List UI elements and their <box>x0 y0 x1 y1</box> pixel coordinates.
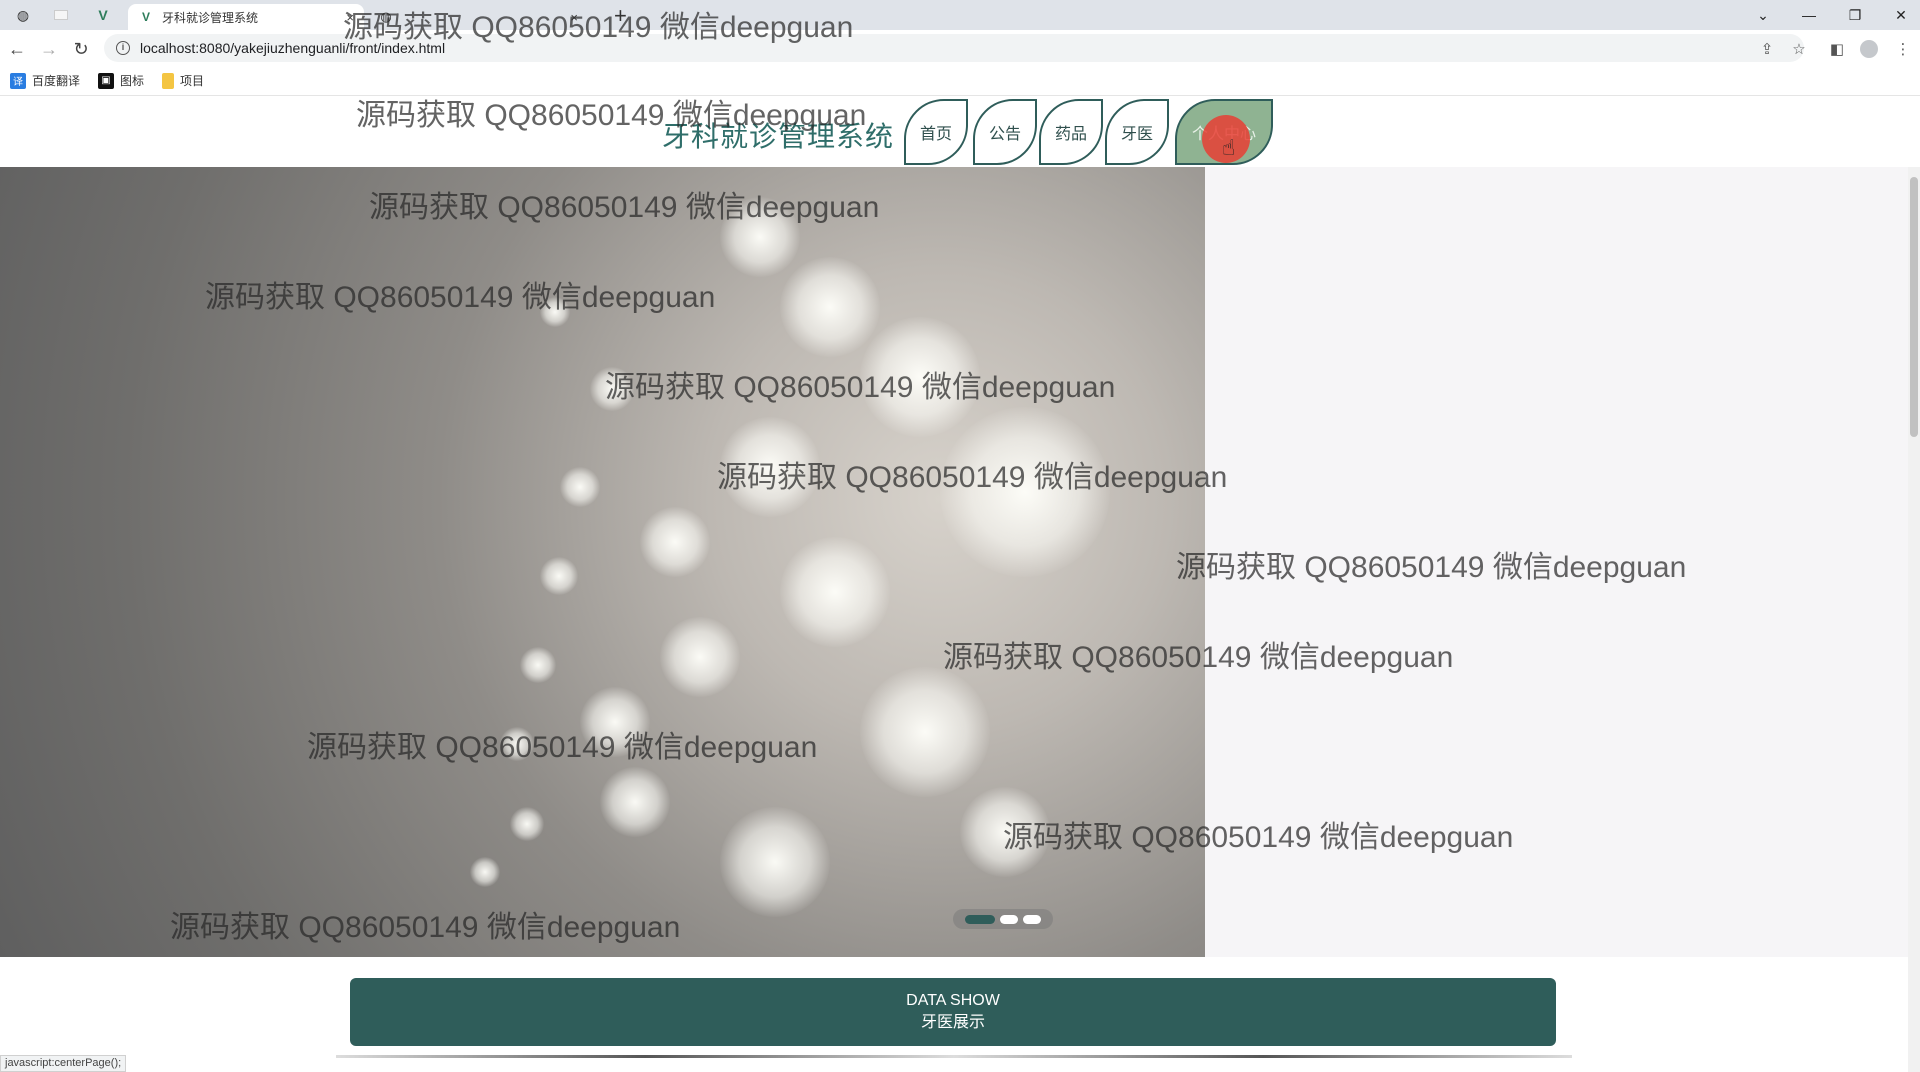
share-icon[interactable]: ⇪ <box>1756 38 1778 60</box>
bookmark-label: 项目 <box>180 74 205 88</box>
pinned-tab-2[interactable] <box>46 4 76 26</box>
pinned-tab-1[interactable]: ◍ <box>8 4 38 26</box>
bokeh-light <box>590 367 634 411</box>
close-tab-icon[interactable]: × <box>346 10 354 25</box>
carousel-dot[interactable] <box>1000 914 1018 924</box>
nav-label: 首页 <box>919 126 952 143</box>
site-title: 牙科就诊管理系统 <box>662 121 895 152</box>
globe-icon: ◍ <box>380 9 392 24</box>
bookmark-item[interactable]: 译 百度翻译 <box>10 72 80 89</box>
nav-label: 药品 <box>1054 126 1087 143</box>
carousel-area <box>0 167 1920 957</box>
blank-page-icon <box>54 10 68 20</box>
tab-strip: ◍ V V 牙科就诊管理系统 × ◍ × + ⌄ — ❐ ✕ <box>0 0 1920 30</box>
vue-logo-icon: V <box>98 7 108 23</box>
bokeh-light <box>860 667 990 797</box>
tab-active[interactable]: V 牙科就诊管理系统 × <box>128 4 364 30</box>
close-window-button[interactable]: ✕ <box>1878 0 1920 30</box>
hand-cursor-icon: ☝ <box>1222 135 1236 160</box>
side-panel-icon[interactable]: ◧ <box>1826 38 1848 60</box>
browser-window: ◍ V V 牙科就诊管理系统 × ◍ × + ⌄ — ❐ ✕ ← → ↻ i l… <box>0 0 1920 1072</box>
bookmark-label: 百度翻译 <box>32 74 81 88</box>
pinned-tab-3[interactable]: V <box>88 4 118 26</box>
bokeh-light <box>510 807 544 841</box>
bokeh-light <box>540 297 570 327</box>
carousel-indicators <box>953 909 1053 929</box>
bokeh-light <box>780 257 880 357</box>
close-tab-icon[interactable]: × <box>570 10 578 25</box>
forward-button[interactable]: → <box>36 36 62 62</box>
arrow-left-icon: ← <box>8 38 26 59</box>
bokeh-light <box>640 507 710 577</box>
scroll-thumb[interactable] <box>1910 177 1918 437</box>
carousel-dot[interactable] <box>965 914 995 924</box>
bokeh-light <box>600 767 670 837</box>
section-divider <box>336 1055 1572 1058</box>
bokeh-light <box>580 687 650 757</box>
folder-icon <box>162 72 175 89</box>
reload-icon: ↻ <box>73 38 89 59</box>
browser-toolbar: ← → ↻ i localhost:8080/yakejiuzhenguanli… <box>0 30 1920 66</box>
image-icon: ▣ <box>98 72 115 89</box>
minimize-button[interactable]: — <box>1786 0 1832 30</box>
reload-button[interactable]: ↻ <box>68 36 94 62</box>
carousel-slide[interactable] <box>0 167 1205 957</box>
bookmark-item[interactable]: ▣ 图标 <box>98 72 144 89</box>
address-bar[interactable]: i localhost:8080/yakejiuzhenguanli/front… <box>104 34 1804 62</box>
tab-title: 牙科就诊管理系统 <box>162 10 259 25</box>
carousel-dot[interactable] <box>1023 914 1041 924</box>
url-text: localhost:8080/yakejiuzhenguanli/front/i… <box>140 40 446 56</box>
status-bar: javascript:centerPage(); <box>0 1055 127 1072</box>
profile-icon[interactable] <box>1858 38 1880 60</box>
nav-home[interactable]: 首页 <box>904 99 968 165</box>
page-content: 牙科就诊管理系统 首页 公告 药品 牙医 个人中心 ☝ <box>0 97 1920 1072</box>
nav-label: 公告 <box>988 126 1021 143</box>
menu-kebab-icon[interactable]: ⋮ <box>1892 38 1914 60</box>
site-info-icon[interactable]: i <box>116 41 130 55</box>
bokeh-light <box>720 197 800 277</box>
bokeh-light <box>720 807 830 917</box>
section-title-en: DATA SHOW <box>906 992 1000 1009</box>
new-tab-button[interactable]: + <box>614 3 627 29</box>
bokeh-light <box>500 727 534 761</box>
nav-medicine[interactable]: 药品 <box>1039 99 1103 165</box>
globe-icon: ◍ <box>16 6 30 23</box>
bokeh-light <box>520 647 556 683</box>
bookmark-folder[interactable]: 项目 <box>162 72 204 89</box>
vue-logo-icon: V <box>141 10 150 24</box>
bookmarks-bar: 译 百度翻译 ▣ 图标 项目 <box>0 66 1920 96</box>
bokeh-light <box>470 857 500 887</box>
nav-notice[interactable]: 公告 <box>973 99 1037 165</box>
section-title-cn: 牙医展示 <box>920 1014 985 1031</box>
translate-icon: 译 <box>10 72 26 89</box>
bookmark-label: 图标 <box>120 74 145 88</box>
bokeh-light <box>780 537 890 647</box>
restore-button[interactable]: ❐ <box>1832 0 1878 30</box>
bokeh-light <box>960 787 1050 877</box>
bokeh-light <box>540 557 578 595</box>
tab-search-icon[interactable]: ⌄ <box>1740 0 1786 30</box>
bokeh-light <box>720 417 820 517</box>
tab-second[interactable]: ◍ × <box>368 4 588 30</box>
nav-dentist[interactable]: 牙医 <box>1105 99 1169 165</box>
nav-label: 牙医 <box>1120 126 1153 143</box>
arrow-right-icon: → <box>40 38 58 59</box>
data-show-section-header: DATA SHOW 牙医展示 <box>350 978 1556 1046</box>
bokeh-light <box>560 467 600 507</box>
bokeh-light <box>860 317 980 437</box>
back-button[interactable]: ← <box>4 36 30 62</box>
page-scrollbar[interactable] <box>1908 167 1920 1072</box>
bokeh-light <box>940 407 1110 577</box>
bookmark-star-icon[interactable]: ☆ <box>1788 38 1810 60</box>
site-header: 牙科就诊管理系统 首页 公告 药品 牙医 个人中心 ☝ <box>0 97 1920 167</box>
bokeh-light <box>660 617 740 697</box>
